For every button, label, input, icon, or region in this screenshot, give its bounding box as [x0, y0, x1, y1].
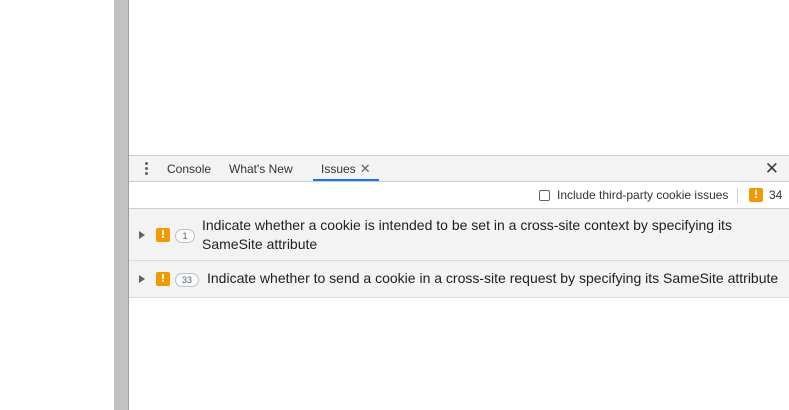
- tab-whats-new[interactable]: What's New: [229, 156, 293, 182]
- issue-title: Indicate whether a cookie is intended to…: [202, 217, 732, 252]
- drawer-tab-bar: Console What's New Issues ✕ ✕: [129, 155, 789, 182]
- page-viewport: [129, 0, 789, 155]
- issue-count-badge: 33: [175, 273, 199, 287]
- warning-icon: !: [749, 188, 763, 202]
- include-third-party-checkbox[interactable]: [539, 190, 550, 201]
- split-gutter[interactable]: [114, 0, 128, 410]
- issue-title: Indicate whether to send a cookie in a c…: [207, 270, 779, 286]
- issue-count: 34: [769, 188, 783, 202]
- expand-arrow-icon[interactable]: [139, 231, 145, 239]
- warning-icon: !: [156, 272, 170, 286]
- tab-issues-label: Issues: [321, 162, 356, 176]
- issue-row[interactable]: ! 33 Indicate whether to send a cookie i…: [129, 261, 789, 298]
- expand-arrow-icon[interactable]: [139, 275, 145, 283]
- left-blank-area: [0, 0, 114, 410]
- issue-row[interactable]: ! 1 Indicate whether a cookie is intende…: [129, 209, 789, 261]
- kebab-menu-icon[interactable]: [139, 160, 153, 178]
- warning-icon: !: [156, 228, 170, 242]
- tab-console[interactable]: Console: [167, 156, 211, 182]
- toolbar-divider: [737, 188, 738, 203]
- issues-toolbar: Include third-party cookie issues ! 34: [129, 182, 789, 209]
- tab-issues[interactable]: Issues ✕: [313, 156, 379, 181]
- issue-count-badge: 1: [175, 229, 195, 243]
- close-icon[interactable]: ✕: [360, 161, 371, 176]
- drawer-close-icon[interactable]: ✕: [765, 160, 779, 177]
- include-third-party-label[interactable]: Include third-party cookie issues: [557, 188, 728, 202]
- devtools-drawer: Console What's New Issues ✕ ✕ Include thi…: [129, 155, 789, 410]
